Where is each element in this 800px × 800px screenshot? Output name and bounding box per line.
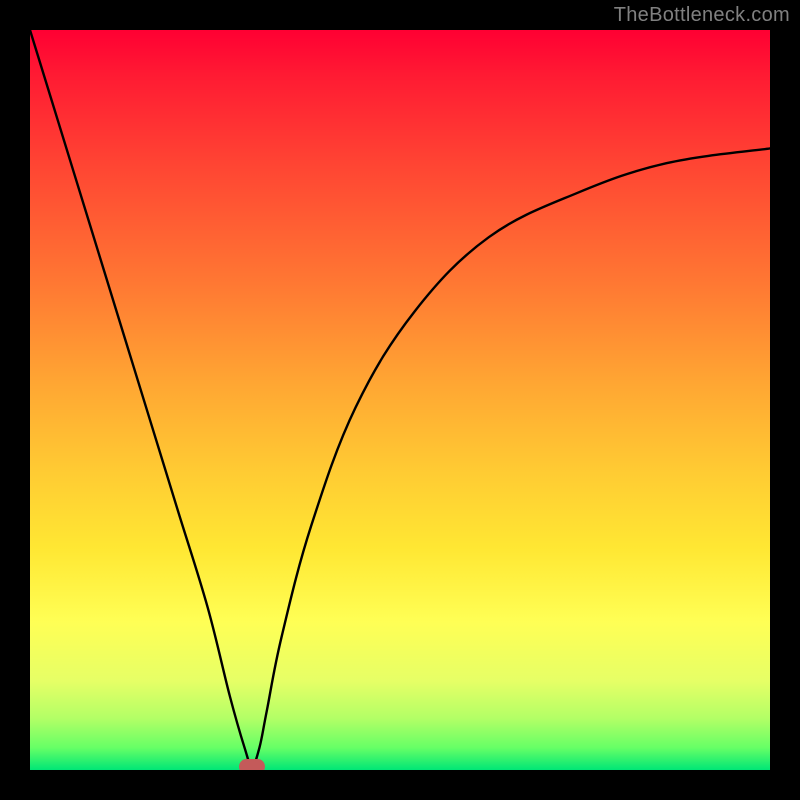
chart-frame: TheBottleneck.com [0, 0, 800, 800]
minimum-marker [239, 759, 265, 770]
bottleneck-curve [30, 30, 770, 766]
curve-svg [30, 30, 770, 770]
plot-area [30, 30, 770, 770]
watermark-text: TheBottleneck.com [614, 4, 790, 27]
